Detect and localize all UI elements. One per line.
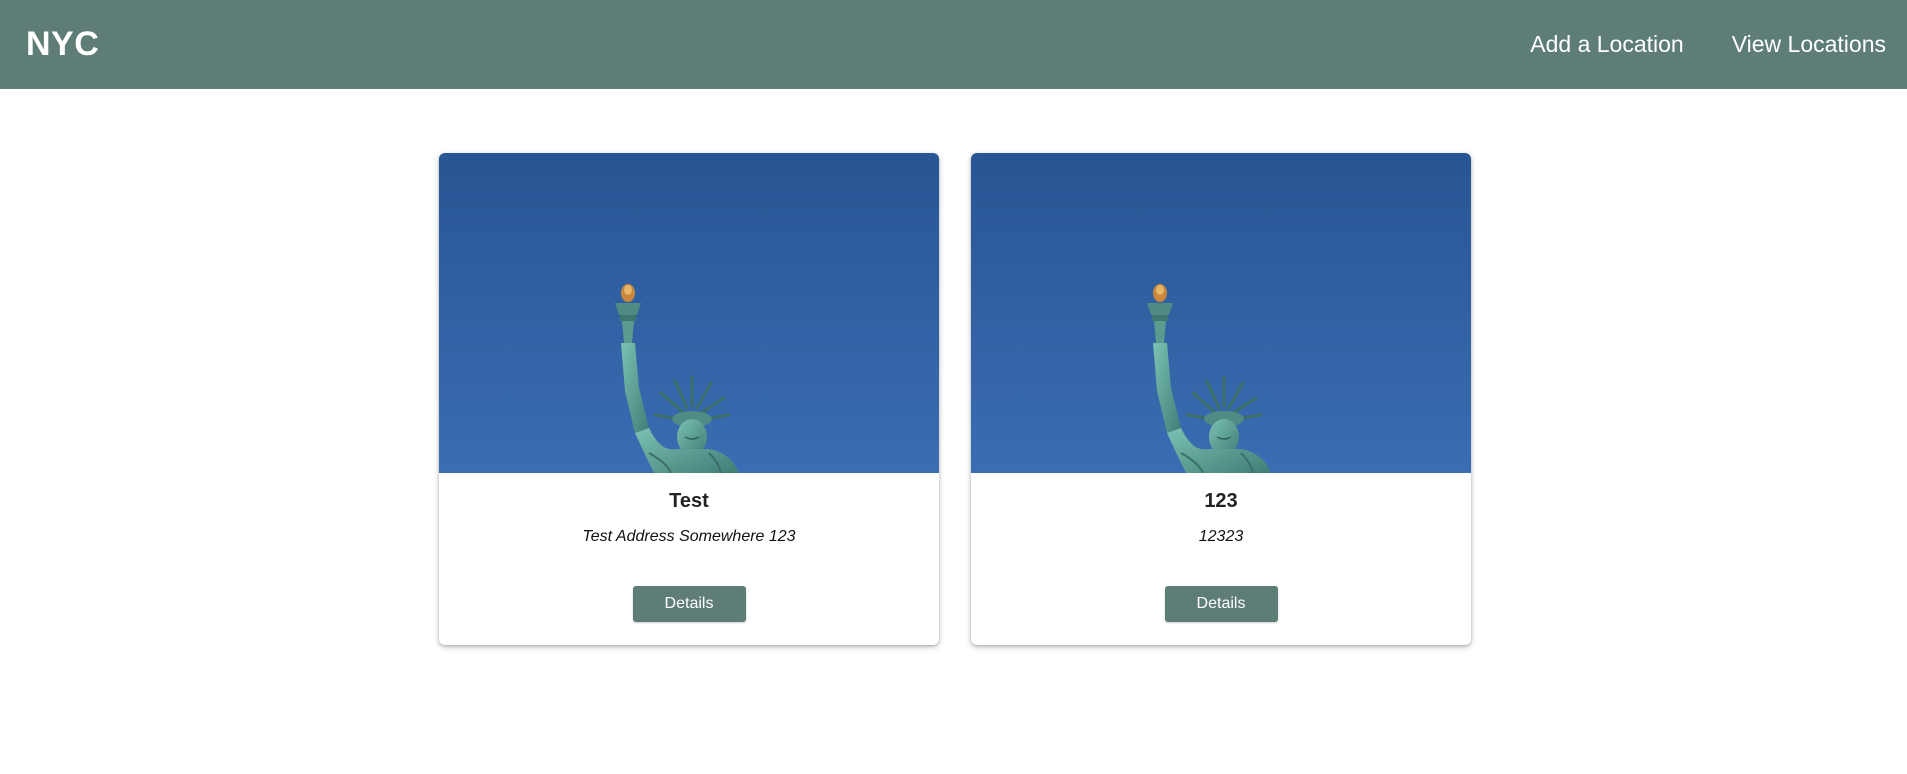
location-address: Test Address Somewhere 123 (582, 528, 796, 545)
add-location-link[interactable]: Add a Location (1530, 31, 1683, 58)
statue-of-liberty-image (439, 153, 939, 473)
location-card-list: Test Test Address Somewhere 123 Details … (439, 153, 1471, 645)
location-card: Test Test Address Somewhere 123 Details (439, 153, 939, 645)
view-locations-link[interactable]: View Locations (1732, 31, 1886, 58)
statue-of-liberty-image (971, 153, 1471, 473)
details-button[interactable]: Details (1164, 586, 1278, 622)
details-button[interactable]: Details (632, 586, 746, 622)
location-title: Test (669, 490, 709, 512)
brand-logo[interactable]: NYC (26, 25, 99, 64)
location-address: 12323 (1198, 528, 1244, 545)
location-card: 123 12323 Details (971, 153, 1471, 645)
nav-links: Add a Location View Locations (1530, 31, 1886, 58)
location-title: 123 (1204, 490, 1238, 512)
top-navbar: NYC Add a Location View Locations (0, 0, 1907, 89)
